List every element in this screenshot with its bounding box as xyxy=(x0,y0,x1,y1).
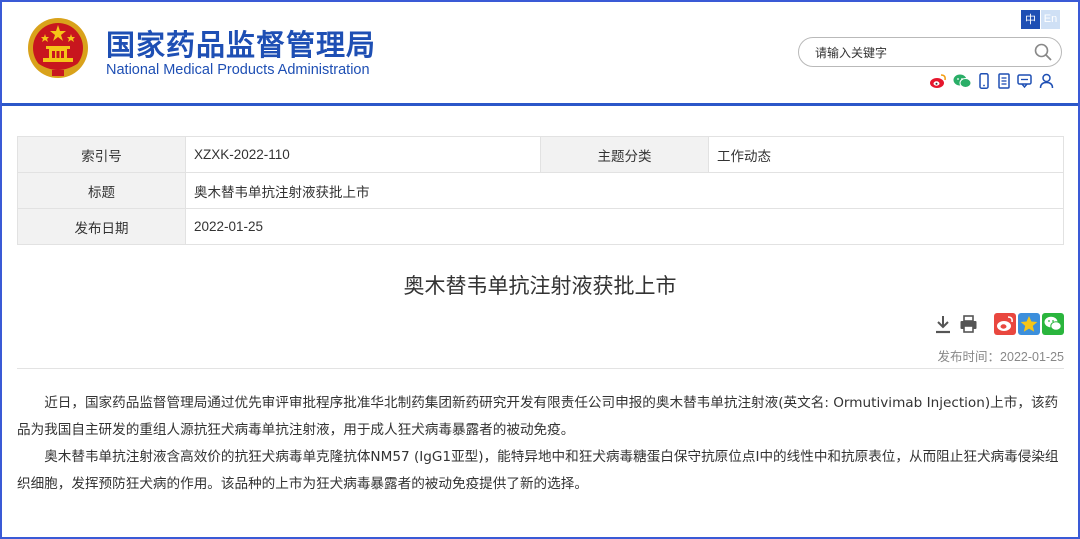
user-icon[interactable] xyxy=(1039,73,1054,89)
content-divider xyxy=(17,368,1064,369)
site-name-cn[interactable]: 国家药品监督管理局 xyxy=(106,22,376,64)
index-value: XZXK-2022-110 xyxy=(185,136,541,173)
topic-value: 工作动态 xyxy=(708,136,1064,173)
index-label: 索引号 xyxy=(17,136,186,173)
search-box xyxy=(798,37,1062,67)
lang-en-button[interactable]: En xyxy=(1041,10,1060,29)
print-icon[interactable] xyxy=(959,313,978,335)
share-wechat-icon[interactable] xyxy=(1042,313,1064,335)
header-divider xyxy=(2,103,1078,106)
title-label: 标题 xyxy=(17,172,186,209)
message-icon[interactable] xyxy=(1017,73,1032,89)
page-frame: 国家药品监督管理局 National Medical Products Admi… xyxy=(0,0,1080,539)
app-icon[interactable] xyxy=(997,73,1011,89)
mobile-icon[interactable] xyxy=(978,73,990,89)
publish-time: 发布时间：2022-01-25 xyxy=(938,346,1064,365)
article-paragraph: 近日，国家药品监督管理局通过优先审评审批程序批准华北制药集团新药研究开发有限责任… xyxy=(17,395,1059,438)
publish-time-label: 发布时间： xyxy=(937,349,1001,364)
publish-time-value: 2022-01-25 xyxy=(1000,350,1064,364)
weibo-icon[interactable] xyxy=(929,73,947,89)
article-body: 近日，国家药品监督管理局通过优先审评审批程序批准华北制药集团新药研究开发有限责任… xyxy=(17,390,1066,498)
table-row: 索引号 XZXK-2022-110 主题分类 工作动态 xyxy=(17,136,1064,173)
date-value: 2022-01-25 xyxy=(185,208,1064,245)
search-input[interactable] xyxy=(813,43,1027,63)
table-row: 标题 奥木替韦单抗注射液获批上市 xyxy=(17,172,1064,209)
site-header: 国家药品监督管理局 National Medical Products Admi… xyxy=(2,2,1078,104)
topic-label: 主题分类 xyxy=(540,136,709,173)
lang-zh-button[interactable]: 中 xyxy=(1021,10,1040,29)
share-qzone-icon[interactable] xyxy=(1018,313,1040,335)
date-label: 发布日期 xyxy=(17,208,186,245)
download-icon[interactable] xyxy=(934,313,952,335)
title-value: 奥木替韦单抗注射液获批上市 xyxy=(185,172,1064,209)
site-name-en[interactable]: National Medical Products Administration xyxy=(106,62,370,78)
article-title: 奥木替韦单抗注射液获批上市 xyxy=(403,274,677,298)
table-row: 发布日期 2022-01-25 xyxy=(17,208,1064,245)
article-info-table: 索引号 XZXK-2022-110 主题分类 工作动态 标题 奥木替韦单抗注射液… xyxy=(17,136,1064,245)
national-emblem-icon[interactable] xyxy=(26,16,90,80)
search-icon[interactable] xyxy=(1033,42,1053,62)
article-paragraph: 奥木替韦单抗注射液含高效价的抗狂犬病毒单克隆抗体NM57 (IgG1亚型)，能特… xyxy=(17,449,1059,492)
share-weibo-icon[interactable] xyxy=(994,313,1016,335)
wechat-icon[interactable] xyxy=(953,73,972,89)
